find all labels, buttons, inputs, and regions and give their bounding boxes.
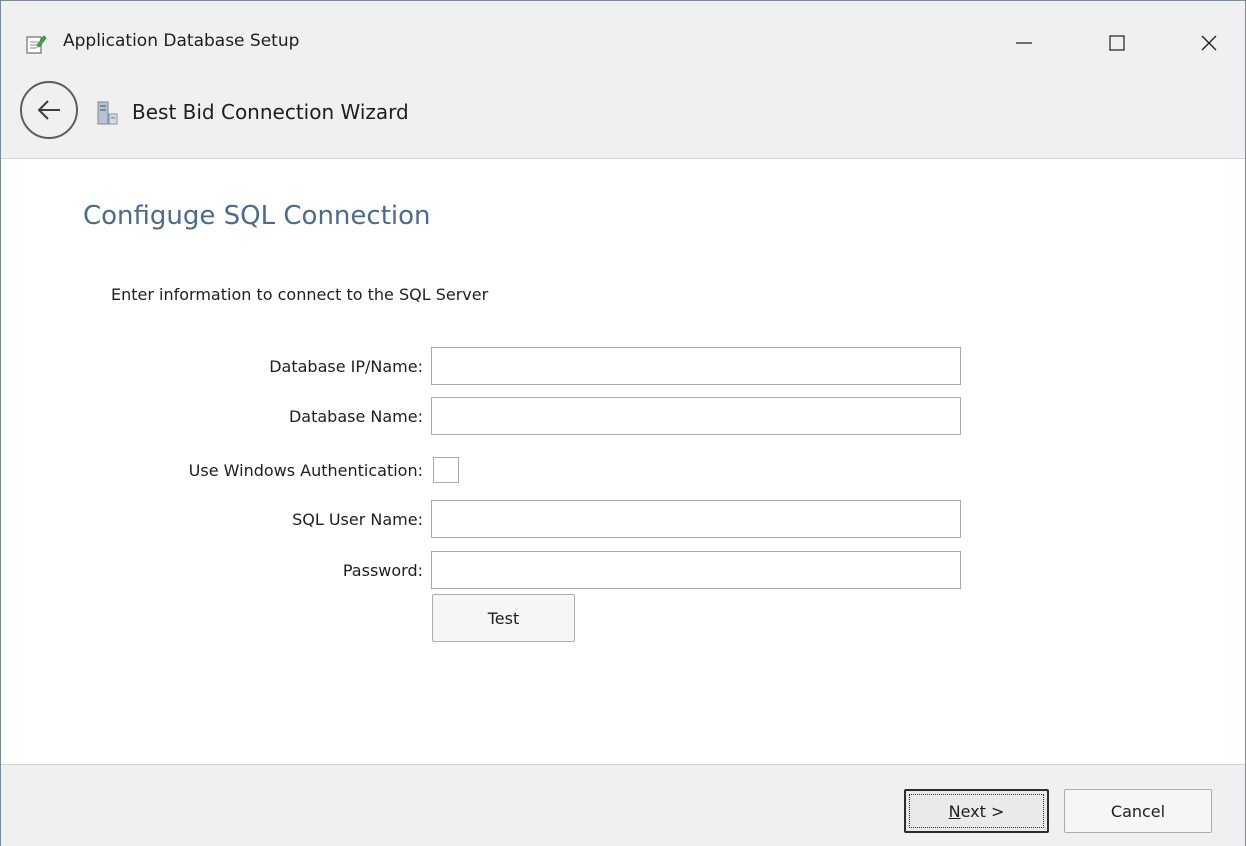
footer-bar: Next > Cancel <box>1 764 1245 846</box>
maximize-button[interactable] <box>1094 25 1140 61</box>
database-server-icon <box>97 101 118 125</box>
database-name-input[interactable] <box>431 397 961 435</box>
password-label: Password: <box>342 561 423 580</box>
password-input[interactable] <box>431 551 961 589</box>
next-label-rest: ext > <box>960 801 1005 821</box>
close-icon <box>1201 35 1217 51</box>
wizard-title: Best Bid Connection Wizard <box>132 100 409 124</box>
back-button[interactable] <box>20 81 78 139</box>
window-title: Application Database Setup <box>63 31 300 51</box>
windows-auth-checkbox[interactable] <box>433 457 459 483</box>
database-ip-input[interactable] <box>431 347 961 385</box>
test-button[interactable]: Test <box>432 594 575 642</box>
wizard-header: Best Bid Connection Wizard <box>1 71 1245 159</box>
next-label: Next > <box>949 802 1005 821</box>
database-name-label: Database Name: <box>288 407 423 426</box>
notepad-edit-icon <box>26 35 47 54</box>
minimize-icon <box>1016 42 1032 44</box>
sql-user-label: SQL User Name: <box>292 510 423 529</box>
wizard-window: Application Database Setup Best Bid Conn… <box>0 0 1246 846</box>
intro-text: Enter information to connect to the SQL … <box>111 285 489 304</box>
close-button[interactable] <box>1186 25 1232 61</box>
page-title: Configuge SQL Connection <box>83 201 431 231</box>
back-arrow-icon <box>37 100 60 120</box>
maximize-icon <box>1109 35 1125 51</box>
windows-auth-label: Use Windows Authentication: <box>188 461 423 480</box>
database-ip-label: Database IP/Name: <box>269 357 423 376</box>
cancel-button[interactable]: Cancel <box>1064 789 1212 833</box>
next-mnemonic: N <box>948 801 961 821</box>
sql-user-input[interactable] <box>431 500 961 538</box>
minimize-button[interactable] <box>1001 25 1047 61</box>
next-button[interactable]: Next > <box>904 789 1049 833</box>
title-bar[interactable]: Application Database Setup <box>1 1 1245 71</box>
